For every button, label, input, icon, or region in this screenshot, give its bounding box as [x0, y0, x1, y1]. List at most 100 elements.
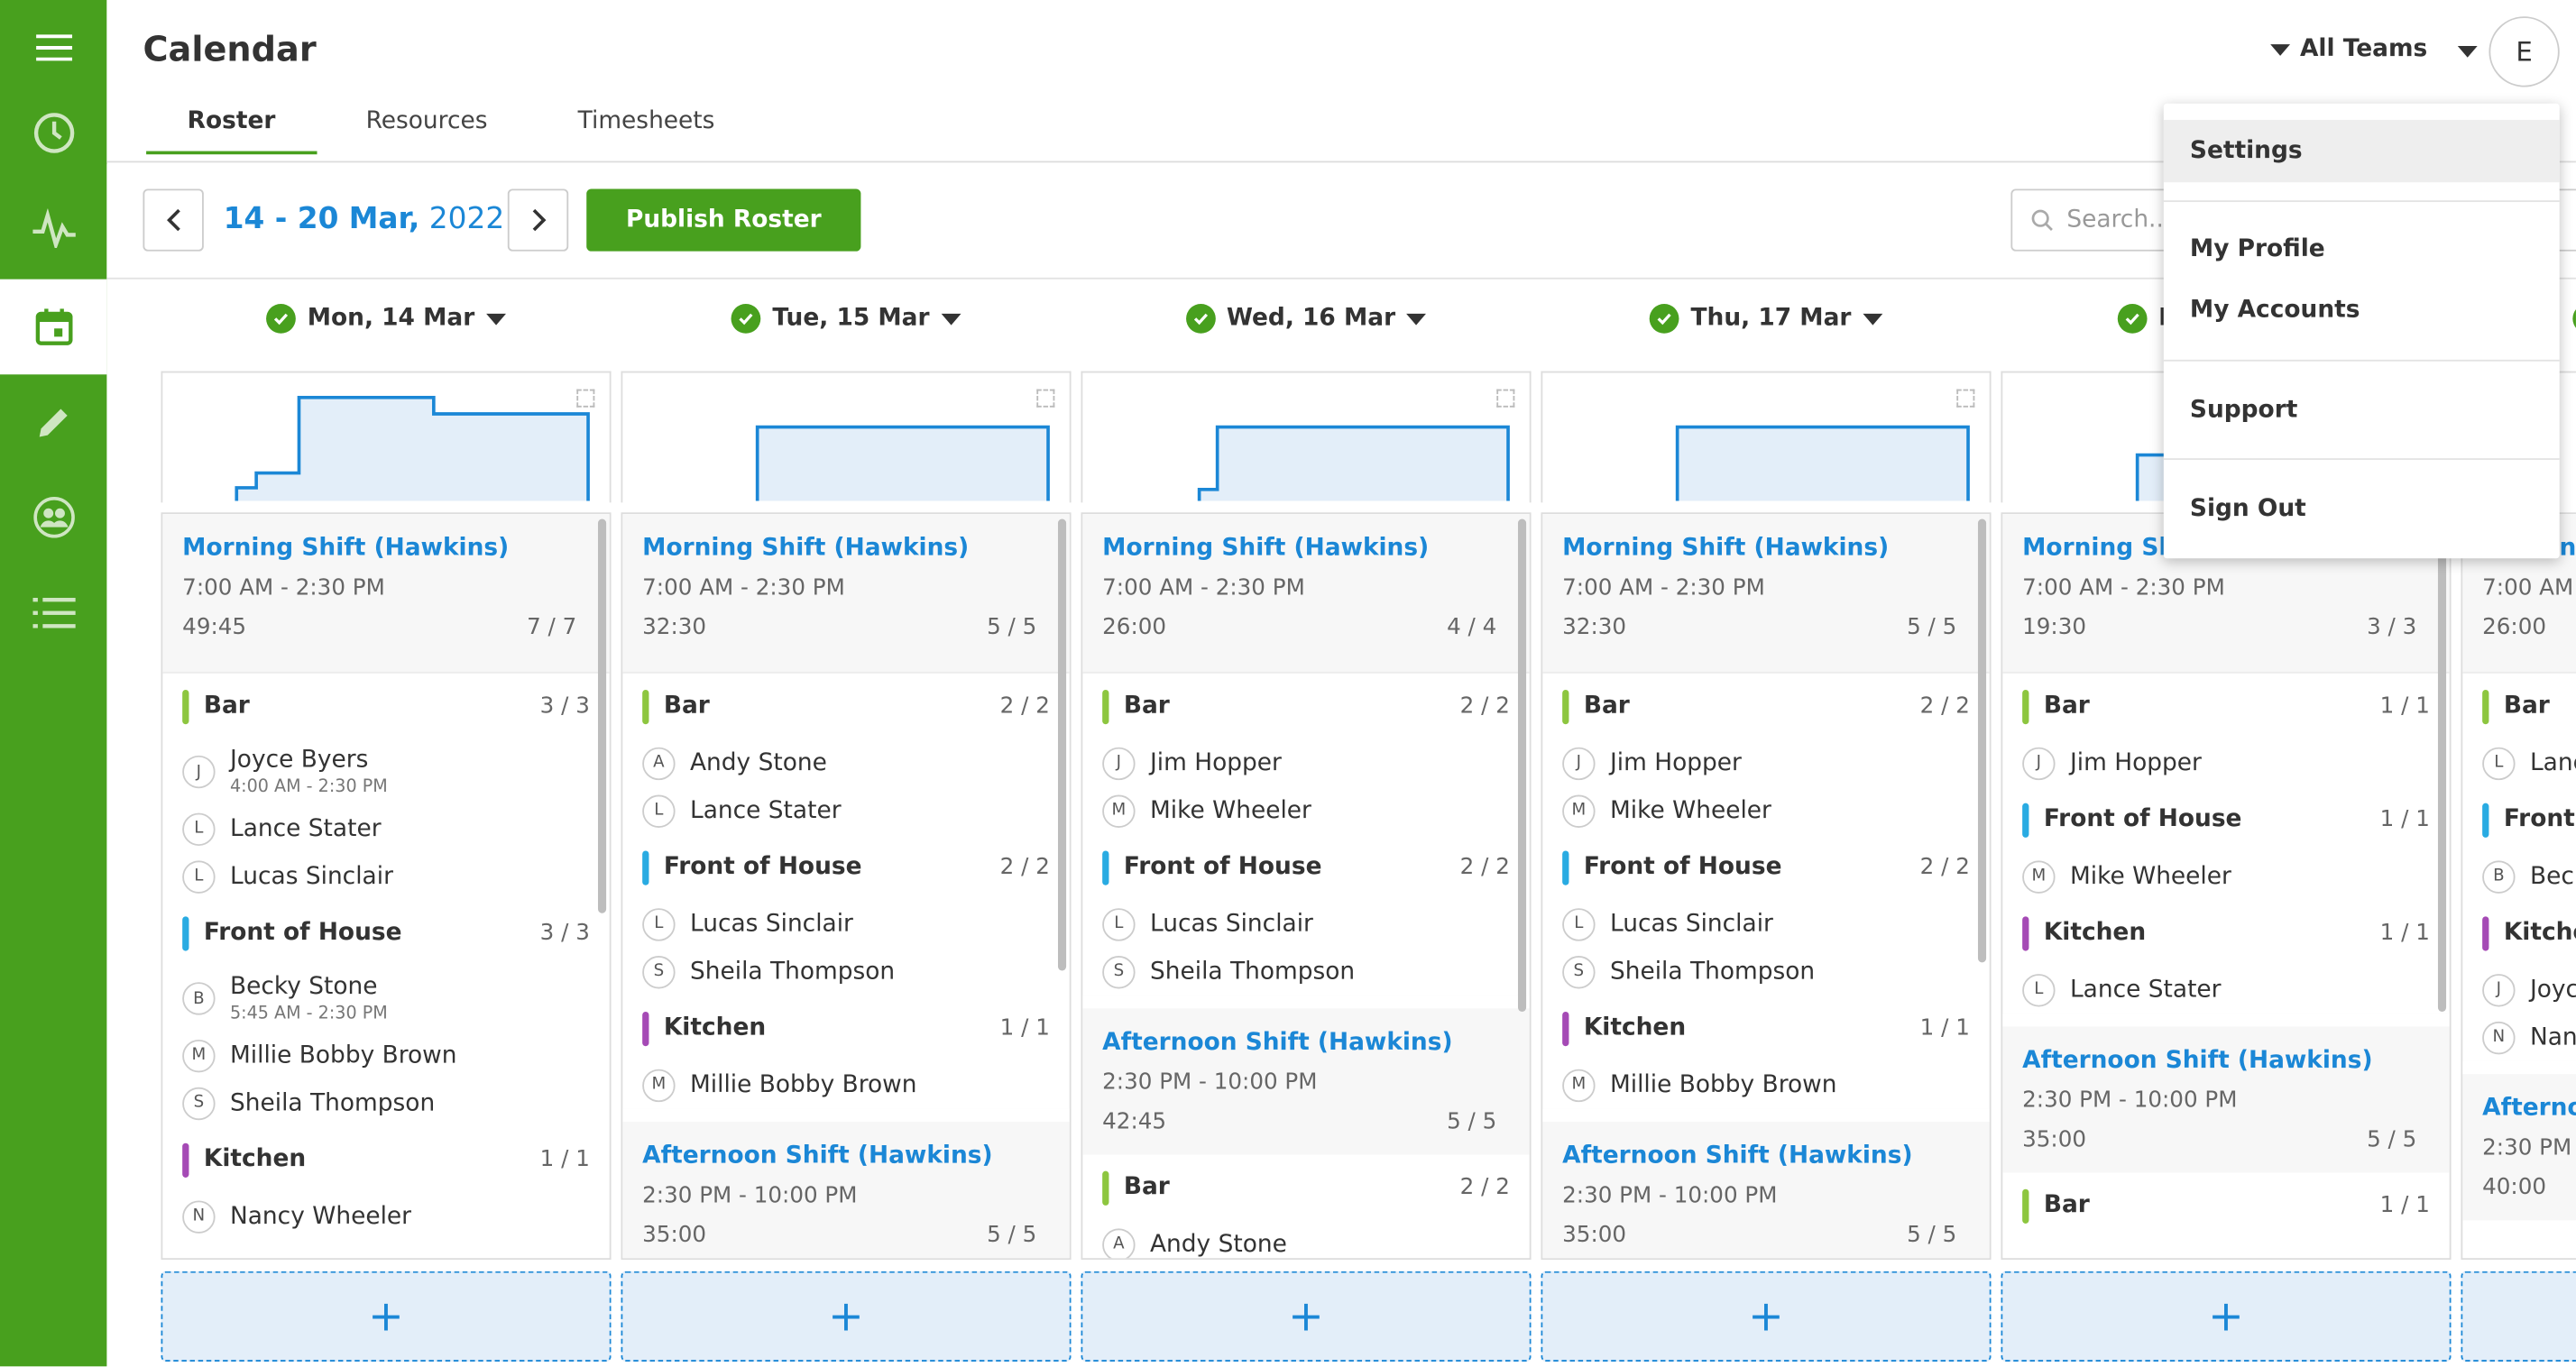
staff-row[interactable]: N Nancy Wheeler: [162, 1192, 609, 1240]
role-group-header: Kitchen: [2462, 900, 2576, 966]
menu-item-sign-out[interactable]: Sign Out: [2164, 478, 2560, 540]
staff-row[interactable]: M Mike Wheeler: [1542, 786, 1989, 834]
shift-name[interactable]: Morning Shift (Hawkins): [1102, 536, 1510, 562]
role-color-bar: [642, 1011, 649, 1046]
staff-row[interactable]: S Sheila Thompson: [1082, 948, 1529, 995]
menu-item-my-profile[interactable]: My Profile: [2164, 218, 2560, 280]
staff-row[interactable]: J Jim Hopper: [1082, 739, 1529, 787]
staff-row[interactable]: A Andy Stone: [622, 739, 1069, 787]
publish-roster-button[interactable]: Publish Roster: [586, 188, 861, 252]
staff-row[interactable]: A Andy Stone: [1082, 1220, 1529, 1259]
staff-row[interactable]: M Millie Bobby Brown: [1542, 1061, 1989, 1109]
next-week-button[interactable]: [507, 188, 569, 252]
staff-row[interactable]: L Lucas Sinclair: [162, 852, 609, 900]
day-header[interactable]: Thu, 17 Mar: [1541, 303, 1991, 334]
shift-time: 2:30 PM - 10:00 PM: [2482, 1134, 2576, 1161]
shift-card[interactable]: Afternoon Shift (Hawkins) 2:30 PM - 10:00…: [2462, 1060, 2576, 1221]
menu-item-my-accounts[interactable]: My Accounts: [2164, 280, 2560, 342]
role-group-header: Kitchen 1 / 1: [622, 995, 1069, 1061]
staff-name: Millie Bobby Brown: [229, 1041, 457, 1069]
shift-name[interactable]: Afternoon Shift (Hawkins): [1102, 1030, 1510, 1056]
staff-row[interactable]: M Millie Bobby Brown: [162, 1032, 609, 1079]
menu-item-support[interactable]: Support: [2164, 380, 2560, 442]
shift-name[interactable]: Afternoon Shift (Hawkins): [2482, 1096, 2576, 1122]
shift-name[interactable]: Afternoon Shift (Hawkins): [1562, 1143, 1970, 1170]
scrollbar[interactable]: [1057, 518, 1067, 971]
previous-week-button[interactable]: [143, 188, 204, 252]
shift-card[interactable]: Afternoon Shift (Hawkins) 2:30 PM - 10:00…: [622, 1108, 1070, 1259]
staff-row[interactable]: L Lucas Sinclair: [622, 900, 1069, 948]
add-shift-button[interactable]: +: [621, 1271, 1072, 1362]
shift-card[interactable]: Afternoon Shift (Hawkins) 2:30 PM - 10:00…: [1082, 995, 1530, 1155]
shift-count: 3 / 3: [2367, 614, 2417, 641]
sidebar-item-list[interactable]: [0, 565, 106, 661]
day-header[interactable]: Mon, 14 Mar: [161, 303, 611, 334]
team-filter-dropdown[interactable]: All Teams: [2270, 36, 2427, 62]
user-avatar[interactable]: E: [2489, 16, 2560, 87]
sidebar-item-calendar[interactable]: [0, 279, 107, 375]
staff-avatar: L: [2022, 973, 2056, 1006]
scrollbar[interactable]: [1517, 518, 1527, 1012]
sidebar-item-activity[interactable]: [0, 180, 106, 276]
scrollbar[interactable]: [2437, 518, 2447, 1012]
menu-item-settings[interactable]: Settings: [2163, 119, 2560, 183]
staff-row[interactable]: B Becky Stone: [2462, 852, 2576, 900]
staff-row[interactable]: L Lance Stater: [162, 804, 609, 852]
staff-row[interactable]: J Jim Hopper: [2002, 739, 2449, 787]
staff-row[interactable]: L Lucas Sinclair: [1082, 900, 1529, 948]
staff-row[interactable]: L Lucas Sinclair: [1542, 900, 1989, 948]
date-range-days: 14 - 20 Mar,: [223, 202, 420, 237]
add-shift-button[interactable]: +: [2001, 1271, 2452, 1362]
tab-timesheets[interactable]: Timesheets: [578, 108, 715, 154]
staff-row[interactable]: M Millie Bobby Brown: [622, 1061, 1069, 1109]
published-check-icon: [2117, 303, 2148, 334]
staff-row[interactable]: B Becky Stone 5:45 AM - 2:30 PM: [162, 966, 609, 1032]
tab-roster[interactable]: Roster: [146, 108, 317, 155]
staff-avatar: L: [2482, 746, 2516, 780]
staff-row[interactable]: S Sheila Thompson: [162, 1079, 609, 1127]
date-range[interactable]: 14 - 20 Mar, 2022: [224, 202, 505, 236]
add-shift-button[interactable]: +: [161, 1271, 612, 1362]
staff-avatar: M: [642, 1068, 676, 1102]
staff-row[interactable]: M Mike Wheeler: [1082, 786, 1529, 834]
staff-row[interactable]: L Lance Stater: [622, 786, 1069, 834]
shift-card[interactable]: Morning Shift (Hawkins) 7:00 AM - 2:30 PM…: [1542, 514, 1990, 674]
staff-avatar: L: [642, 907, 676, 940]
sidebar-item-clock[interactable]: [0, 86, 106, 181]
staff-row[interactable]: J Jim Hopper: [1542, 739, 1989, 787]
staff-row[interactable]: S Sheila Thompson: [622, 948, 1069, 995]
staff-row[interactable]: S Sheila Thompson: [1542, 948, 1989, 995]
tab-resources[interactable]: Resources: [366, 108, 488, 154]
sidebar-item-people[interactable]: [0, 470, 106, 565]
sidebar-item-edit[interactable]: [0, 374, 106, 470]
staff-row[interactable]: N Nancy Wheeler: [2462, 1014, 2576, 1061]
staff-row[interactable]: L Lance Stater: [2462, 739, 2576, 787]
day-header[interactable]: Tue, 15 Mar: [621, 303, 1071, 334]
staff-row[interactable]: J Joyce Byers: [2462, 966, 2576, 1014]
shift-name[interactable]: Morning Shift (Hawkins): [642, 536, 1050, 562]
scrollbar[interactable]: [1977, 518, 1987, 963]
day-header[interactable]: Wed, 16 Mar: [1081, 303, 1531, 334]
shift-card[interactable]: Morning Shift (Hawkins) 7:00 AM - 2:30 PM…: [622, 514, 1070, 674]
shift-name[interactable]: Morning Shift (Hawkins): [182, 536, 590, 562]
shift-card[interactable]: Morning Shift (Hawkins) 7:00 AM - 2:30 PM…: [1082, 514, 1530, 674]
staff-row[interactable]: M Mike Wheeler: [2002, 852, 2449, 900]
add-shift-button[interactable]: +: [1081, 1271, 1532, 1362]
role-name: Front of House: [203, 919, 402, 947]
staff-avatar: J: [2482, 973, 2516, 1006]
staff-row[interactable]: L Lance Stater: [2002, 966, 2449, 1014]
shift-card[interactable]: Morning Shift (Hawkins) 7:00 AM - 2:30 PM…: [162, 514, 610, 674]
add-shift-button[interactable]: +: [1541, 1271, 1992, 1362]
shift-name[interactable]: Afternoon Shift (Hawkins): [2022, 1048, 2430, 1074]
user-menu-caret-icon[interactable]: [2457, 45, 2478, 58]
shift-name[interactable]: Morning Shift (Hawkins): [1562, 536, 1970, 562]
scrollbar[interactable]: [597, 518, 607, 913]
shift-name[interactable]: Afternoon Shift (Hawkins): [642, 1143, 1050, 1170]
add-shift-button[interactable]: +: [2461, 1271, 2576, 1362]
shift-count: 5 / 5: [987, 614, 1037, 641]
staff-row[interactable]: J Joyce Byers 4:00 AM - 2:30 PM: [162, 739, 609, 805]
shift-card[interactable]: Afternoon Shift (Hawkins) 2:30 PM - 10:00…: [2002, 1013, 2450, 1173]
menu-toggle-button[interactable]: [0, 0, 106, 96]
day-column: Mon, 14 Mar Morning Shift (Hawkins) 7:00 A…: [161, 280, 612, 1367]
shift-card[interactable]: Afternoon Shift (Hawkins) 2:30 PM - 10:00…: [1542, 1108, 1990, 1259]
